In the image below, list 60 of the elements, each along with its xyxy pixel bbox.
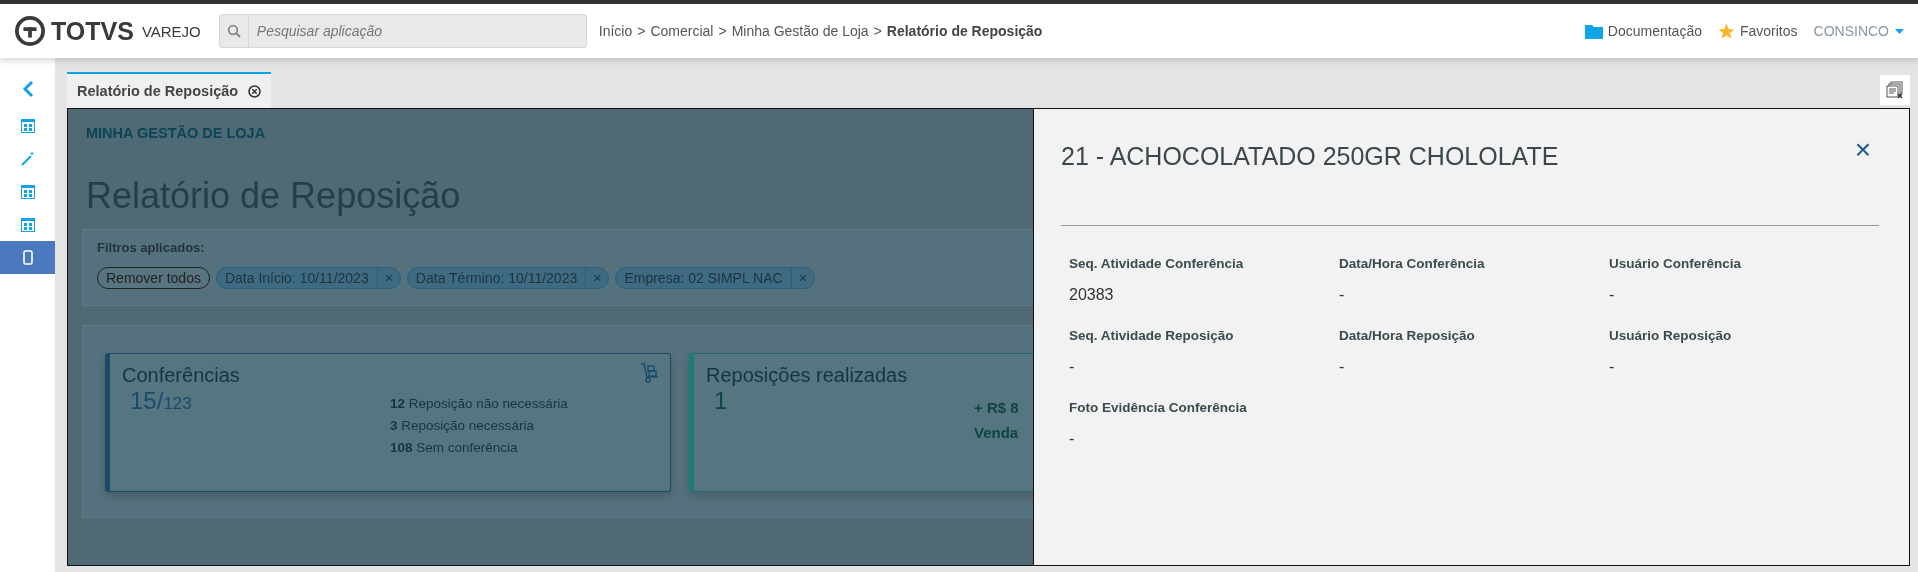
logo-product: VAREJO [141,22,201,40]
filter-chip-label: Data Início: 10/11/2023 [223,269,370,288]
section-label: MINHA GESTÃO DE LOJA [86,125,267,141]
folder-icon [1584,23,1603,39]
card-value: 15/123 [130,387,192,415]
breadcrumb-link[interactable]: Minha Gestão de Loja [731,23,869,39]
header-link[interactable]: Documentação [1607,23,1702,39]
wand-icon [20,151,35,166]
search-icon [226,24,241,38]
phone-icon [22,250,33,265]
field-value: - [1339,358,1346,376]
filter-chip-label: Data Término: 10/11/2023 [414,269,579,288]
header-link[interactable]: Favoritos [1739,23,1798,39]
amount-line: + R$ 8 [974,398,1019,418]
filter-chip-label: Empresa: 02 SIMPL NAC [623,269,784,288]
field-label: Foto Evidência Conferência [1069,400,1248,415]
breadcrumb-link[interactable]: Relatório de Reposição [886,23,1043,39]
card-title: Reposições realizadas [706,364,909,387]
amount-line: Venda [974,423,1019,443]
tab[interactable]: Relatório de Reposição [67,72,272,108]
close-all-tabs-button[interactable] [1880,75,1910,105]
hand-truck-icon [640,363,660,383]
field-value: - [1609,286,1616,304]
field-label: Data/Hora Conferência [1339,256,1486,271]
field-label: Usuário Reposição [1609,328,1733,343]
field-value: - [1609,358,1616,376]
table-icon [20,217,35,232]
breadcrumb-link[interactable]: Início [598,23,633,39]
card-value: 1 [714,387,728,415]
field-value: - [1069,430,1076,448]
logo-icon [15,16,45,46]
breakdown-line: 108 Sem conferência [390,439,519,457]
close-button[interactable]: × [1846,135,1879,165]
sidebar-item[interactable] [0,241,55,274]
field-value: 20383 [1069,286,1115,304]
breadcrumb-link[interactable]: Comercial [650,23,714,39]
field-value: - [1069,358,1076,376]
breakdown-line: 3 Reposição necessária [390,417,536,435]
field-label: Data/Hora Reposição [1339,328,1476,343]
logo-brand: TOTVS [51,16,134,46]
breadcrumb-separator: > [873,23,882,39]
table-icon [20,184,35,199]
detail-title: 21 - ACHOCOLATADO 250GR CHOLOLATE [1061,142,1559,172]
card-title: Conferências [122,364,241,387]
caret-icon [1895,28,1904,34]
field-label: Seq. Atividade Reposição [1069,328,1235,343]
collapse-icon[interactable] [21,81,34,97]
breadcrumb-separator: > [718,23,727,39]
close-icon[interactable] [248,84,262,98]
field-value: - [1339,286,1346,304]
field-label: Seq. Atividade Conferência [1069,256,1245,271]
search-box[interactable]: Pesquisar aplicação [218,14,587,48]
table-icon [20,118,35,133]
field-label: Usuário Conferência [1609,256,1743,271]
breadcrumb-separator: > [637,23,646,39]
breakdown-line: 12 Reposição não necessária [390,395,568,413]
star-icon [1717,22,1735,40]
filters-label: Filtros aplicados: [97,240,206,255]
search-field[interactable]: Pesquisar aplicação [248,22,586,40]
stacked-pages-icon [1886,81,1904,99]
